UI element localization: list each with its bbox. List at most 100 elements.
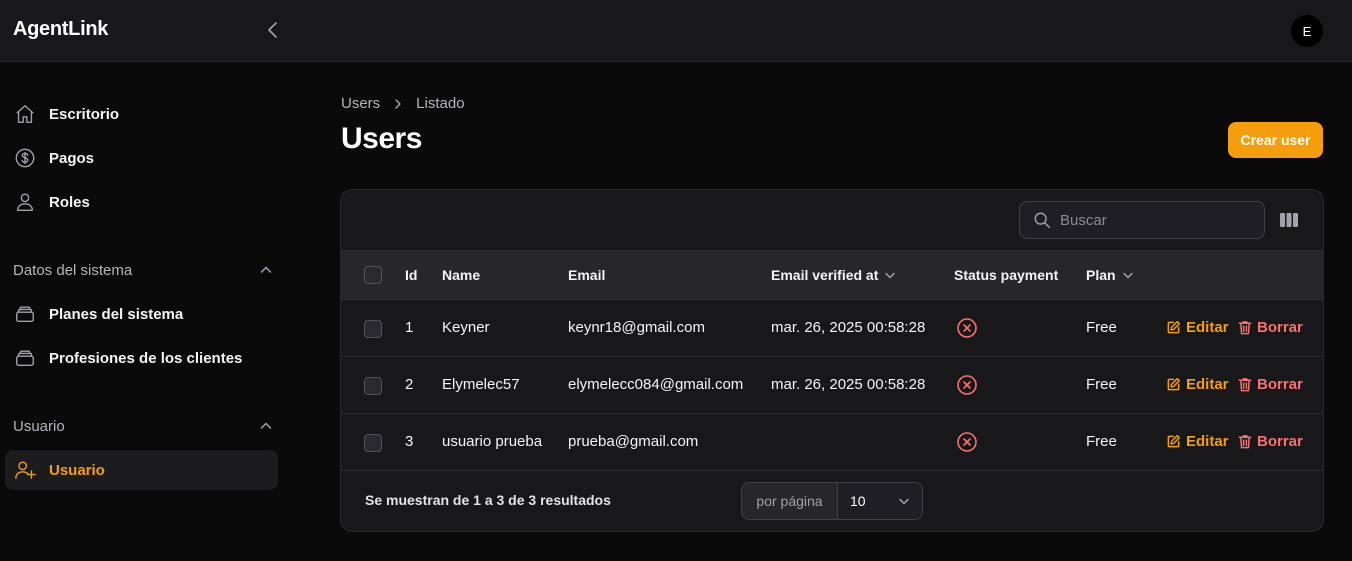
- user-avatar[interactable]: E: [1291, 15, 1323, 47]
- cell-id: 2: [405, 376, 414, 393]
- column-email[interactable]: Email: [568, 267, 605, 283]
- row-checkbox[interactable]: [364, 377, 382, 395]
- sidebar-item-usuario[interactable]: Usuario: [5, 450, 278, 490]
- sidebar-item-label: Escritorio: [49, 105, 120, 123]
- per-page-label: por página: [742, 483, 838, 519]
- column-name[interactable]: Name: [442, 267, 480, 283]
- trash-icon: [1238, 435, 1252, 449]
- select-all-checkbox[interactable]: [364, 266, 382, 284]
- breadcrumb: Users Listado: [341, 95, 465, 112]
- user-icon: [14, 191, 36, 213]
- search-icon: [1034, 212, 1050, 228]
- edit-label: Editar: [1186, 433, 1229, 450]
- home-icon: [14, 103, 36, 125]
- cell-email: elymelecc084@gmail.com: [568, 376, 744, 393]
- chevron-up-icon: [260, 266, 272, 273]
- stack-icon: [14, 347, 36, 369]
- column-id[interactable]: Id: [405, 267, 417, 283]
- dollar-circle-icon: [14, 147, 36, 169]
- x-circle-icon: [957, 432, 977, 452]
- sidebar-item-label: Planes del sistema: [49, 305, 184, 323]
- sidebar-item-label: Usuario: [49, 461, 105, 479]
- group-usuario[interactable]: Usuario: [13, 416, 273, 436]
- group-label: Datos del sistema: [13, 261, 133, 279]
- chevron-up-icon: [260, 422, 272, 429]
- chevron-left-icon: [268, 22, 277, 38]
- cell-email: prueba@gmail.com: [568, 433, 699, 450]
- table-header: Id Name Email Email verified at Status p…: [341, 250, 1323, 300]
- cell-email-verified: mar. 26, 2025 00:58:28: [771, 376, 926, 393]
- delete-button[interactable]: Borrar: [1238, 319, 1303, 336]
- breadcrumb-listado: Listado: [416, 95, 465, 112]
- column-status-payment[interactable]: Status payment: [954, 267, 1058, 283]
- top-bar: AgentLink E: [0, 0, 1352, 62]
- edit-label: Editar: [1186, 319, 1229, 336]
- delete-label: Borrar: [1257, 433, 1303, 450]
- search-box[interactable]: [1019, 201, 1265, 239]
- cell-name: Elymelec57: [442, 376, 520, 393]
- breadcrumb-users[interactable]: Users: [341, 95, 380, 112]
- pencil-square-icon: [1167, 320, 1181, 334]
- group-label: Usuario: [13, 417, 65, 435]
- column-email-verified[interactable]: Email verified at: [771, 267, 896, 283]
- delete-button[interactable]: Borrar: [1238, 376, 1303, 393]
- user-plus-icon: [14, 459, 36, 481]
- group-datos-del-sistema[interactable]: Datos del sistema: [13, 260, 273, 280]
- cell-name: Keyner: [442, 319, 490, 336]
- chevron-down-icon: [899, 498, 909, 505]
- sidebar: Escritorio Pagos Roles Datos del sistema…: [0, 63, 290, 561]
- per-page-select[interactable]: 10: [838, 483, 922, 519]
- cell-plan: Free: [1086, 319, 1117, 336]
- chevron-down-icon: [1122, 272, 1133, 279]
- results-summary: Se muestran de 1 a 3 de 3 resultados: [365, 492, 611, 508]
- trash-icon: [1238, 378, 1252, 392]
- cell-plan: Free: [1086, 433, 1117, 450]
- table-row[interactable]: 2 Elymelec57 elymelecc084@gmail.com mar.…: [341, 357, 1323, 414]
- sidebar-item-label: Profesiones de los clientes: [49, 349, 243, 367]
- collapse-sidebar-button[interactable]: [263, 20, 283, 40]
- brand-logo[interactable]: AgentLink: [13, 18, 108, 41]
- edit-label: Editar: [1186, 376, 1229, 393]
- columns-toggle-button[interactable]: [1279, 211, 1299, 229]
- sidebar-item-escritorio[interactable]: Escritorio: [5, 94, 278, 134]
- x-circle-icon: [957, 318, 977, 338]
- page-title: Users: [341, 122, 422, 155]
- cell-email: keynr18@gmail.com: [568, 319, 705, 336]
- sidebar-item-label: Pagos: [49, 149, 95, 167]
- cell-id: 1: [405, 319, 414, 336]
- table-row[interactable]: 3 usuario prueba prueba@gmail.com Free E…: [341, 414, 1323, 471]
- chevron-down-icon: [885, 272, 896, 279]
- delete-button[interactable]: Borrar: [1238, 433, 1303, 450]
- search-input[interactable]: [1060, 211, 1250, 229]
- edit-button[interactable]: Editar: [1166, 433, 1229, 450]
- trash-icon: [1238, 321, 1252, 335]
- sidebar-item-label: Roles: [49, 193, 90, 211]
- delete-label: Borrar: [1257, 319, 1303, 336]
- edit-button[interactable]: Editar: [1166, 319, 1229, 336]
- column-plan[interactable]: Plan: [1086, 267, 1134, 283]
- stack-icon: [14, 303, 36, 325]
- table-row[interactable]: 1 Keyner keynr18@gmail.com mar. 26, 2025…: [341, 300, 1323, 357]
- sidebar-item-roles[interactable]: Roles: [5, 182, 278, 222]
- users-table-card: Id Name Email Email verified at Status p…: [340, 189, 1324, 532]
- row-checkbox[interactable]: [364, 434, 382, 452]
- x-circle-icon: [957, 375, 977, 395]
- cell-name: usuario prueba: [442, 433, 543, 450]
- chevron-right-icon: [392, 98, 404, 110]
- edit-button[interactable]: Editar: [1166, 376, 1229, 393]
- row-checkbox[interactable]: [364, 320, 382, 338]
- sidebar-item-planes[interactable]: Planes del sistema: [5, 294, 278, 334]
- pencil-square-icon: [1167, 434, 1181, 448]
- pencil-square-icon: [1167, 377, 1181, 391]
- column-label: Email verified at: [771, 267, 879, 283]
- per-page-value: 10: [850, 493, 866, 509]
- create-user-button[interactable]: Crear user: [1228, 122, 1323, 158]
- columns-icon: [1280, 213, 1298, 227]
- sidebar-item-pagos[interactable]: Pagos: [5, 138, 278, 178]
- cell-plan: Free: [1086, 376, 1117, 393]
- sidebar-item-profesiones[interactable]: Profesiones de los clientes: [5, 338, 278, 378]
- per-page-control[interactable]: por página 10: [741, 482, 923, 520]
- cell-email-verified: mar. 26, 2025 00:58:28: [771, 319, 926, 336]
- delete-label: Borrar: [1257, 376, 1303, 393]
- column-label: Plan: [1086, 267, 1116, 283]
